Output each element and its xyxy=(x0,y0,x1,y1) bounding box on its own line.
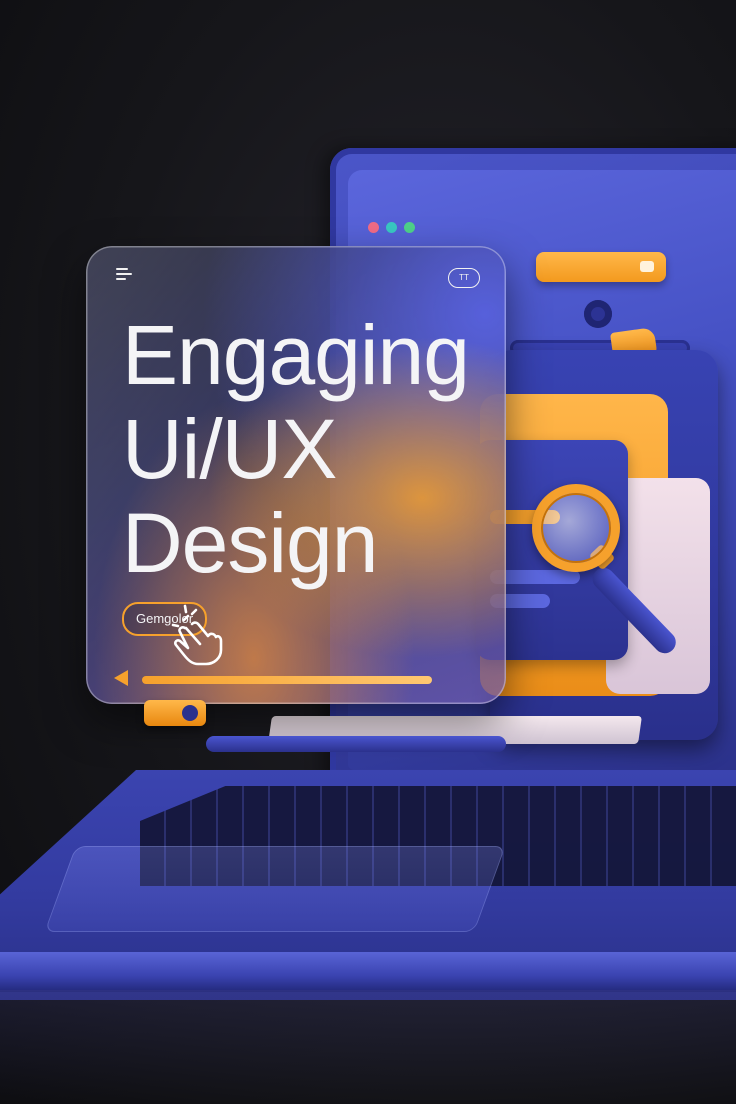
rail-knob xyxy=(584,300,612,328)
slider-arrow xyxy=(114,670,128,686)
window-maximize-dot xyxy=(404,222,415,233)
search-bar xyxy=(536,252,666,282)
floor-reflection xyxy=(0,990,736,1104)
hero-glass-card: TT Engaging Ui/UX Design Gemgolor xyxy=(86,246,506,704)
search-bar-button xyxy=(640,261,654,272)
top-badge[interactable]: TT xyxy=(448,268,480,288)
laptop-base-edge xyxy=(0,952,736,992)
hamburger-menu-icon[interactable] xyxy=(116,268,132,283)
window-minimize-dot xyxy=(386,222,397,233)
slider-track[interactable] xyxy=(142,676,432,684)
window-close-dot xyxy=(368,222,379,233)
slider-grip xyxy=(182,705,198,721)
slider-handle[interactable] xyxy=(144,700,206,726)
bottom-rail xyxy=(206,736,506,752)
laptop-scene: TT Engaging Ui/UX Design Gemgolor xyxy=(0,0,736,1104)
trackpad xyxy=(44,846,506,932)
magnifying-glass-icon xyxy=(532,484,620,572)
pointing-hand-icon xyxy=(171,604,223,666)
hero-headline: Engaging Ui/UX Design xyxy=(122,308,470,590)
